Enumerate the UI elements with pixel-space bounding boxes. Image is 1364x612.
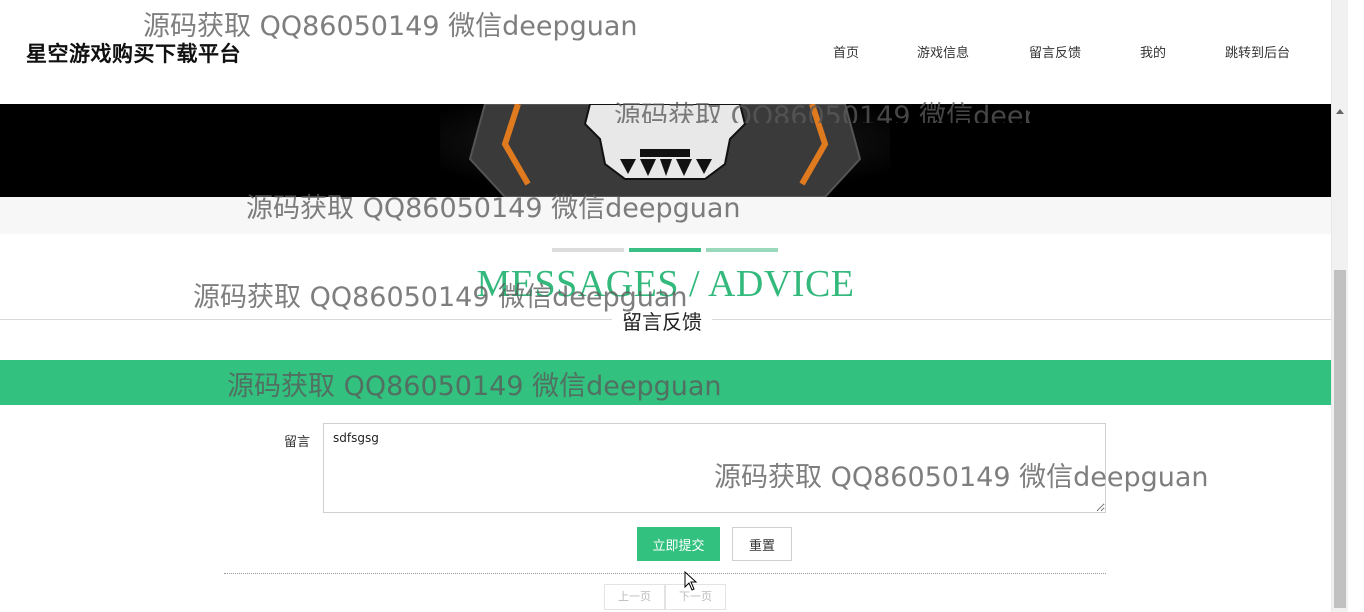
main-nav: 首页 游戏信息 留言反馈 我的 跳转到后台	[0, 42, 1331, 62]
section-heading-en: MESSAGES / ADVICE	[476, 263, 855, 305]
header: 星空游戏购买下载平台 首页 游戏信息 留言反馈 我的 跳转到后台	[0, 0, 1331, 104]
heading-decoration	[629, 248, 701, 252]
nav-item-mine[interactable]: 我的	[1140, 42, 1166, 61]
nav-item-feedback[interactable]: 留言反馈	[1029, 42, 1081, 61]
message-label: 留言	[284, 435, 311, 450]
nav-item-game-info[interactable]: 游戏信息	[917, 42, 969, 61]
heading-decoration	[552, 248, 624, 252]
nav-item-admin[interactable]: 跳转到后台	[1225, 42, 1290, 61]
accent-bar	[0, 360, 1331, 405]
page-scrollbar[interactable]	[1331, 0, 1348, 612]
mouse-cursor-icon	[684, 571, 698, 591]
banner-shadow-strip	[0, 197, 1331, 234]
banner-image	[0, 104, 1331, 197]
page: 星空游戏购买下载平台 首页 游戏信息 留言反馈 我的 跳转到后台 MESSAGE…	[0, 0, 1364, 612]
scroll-thumb[interactable]	[1334, 270, 1346, 608]
scroll-up-arrow-icon[interactable]	[1336, 109, 1344, 114]
skull-emblem-icon	[440, 104, 890, 197]
prev-page-button[interactable]: 上一页	[604, 584, 665, 610]
form-divider	[224, 573, 1106, 574]
reset-button[interactable]: 重置	[732, 527, 792, 561]
heading-decoration	[706, 248, 778, 252]
section-heading-cn: 留言反馈	[612, 306, 712, 335]
message-textarea[interactable]: sdfsgsg	[323, 423, 1106, 513]
nav-item-home[interactable]: 首页	[833, 42, 859, 61]
submit-button[interactable]: 立即提交	[637, 527, 720, 561]
